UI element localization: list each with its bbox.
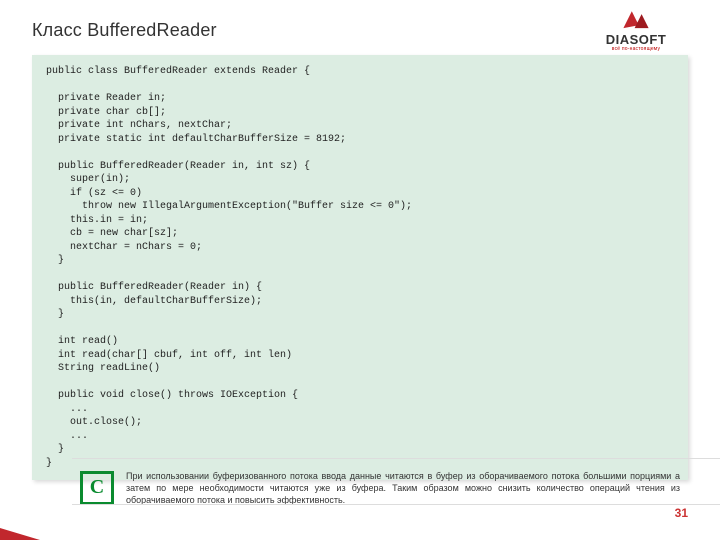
callout-badge: С: [80, 471, 114, 505]
corner-decoration-icon: [0, 520, 40, 540]
brand-logo: DIASOFT всё по-настоящему: [576, 8, 696, 52]
brand-name: DIASOFT: [576, 32, 696, 47]
callout: С При использовании буферизованного пото…: [80, 470, 680, 506]
divider: [72, 458, 720, 459]
page-number: 31: [675, 506, 688, 520]
logo-icon: [622, 8, 650, 30]
slide: DIASOFT всё по-настоящему Класс Buffered…: [0, 0, 720, 540]
brand-tagline: всё по-настоящему: [576, 46, 696, 52]
divider: [72, 504, 720, 505]
code-block: public class BufferedReader extends Read…: [32, 55, 688, 480]
callout-text: При использовании буферизованного потока…: [126, 470, 680, 506]
